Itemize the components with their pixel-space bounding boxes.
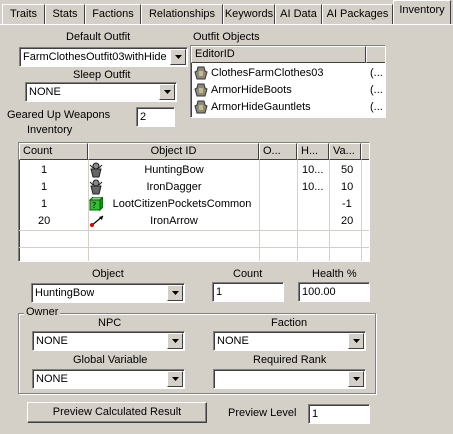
object-dropdown[interactable]: HuntingBow: [31, 283, 185, 303]
inventory-list[interactable]: Count Object ID O... H... Va... 1 Huntin…: [18, 142, 370, 262]
sleep-outfit-value: NONE: [29, 86, 61, 98]
required-rank-dropdown[interactable]: [213, 369, 366, 389]
leveled-list-icon: ?: [88, 196, 105, 213]
armor-icon: [194, 83, 208, 99]
inventory-label: Inventory: [27, 124, 73, 136]
count-label: Count: [233, 268, 263, 280]
column-header-editorid[interactable]: EditorID: [191, 46, 366, 63]
health-field[interactable]: 100.00: [298, 282, 370, 302]
preview-calculated-result-button[interactable]: Preview Calculated Result: [27, 402, 207, 423]
tab-ai-data[interactable]: AI Data: [275, 4, 322, 24]
required-rank-label: Required Rank: [253, 354, 327, 366]
default-outfit-dropdown[interactable]: FarmClothesOutfit03withHide: [19, 47, 188, 67]
tab-keywords[interactable]: Keywords: [223, 4, 275, 24]
sleep-outfit-label: Sleep Outfit: [73, 69, 131, 81]
list-item[interactable]: ArmorHideGauntlets (...: [192, 99, 385, 116]
chevron-down-icon[interactable]: [167, 333, 183, 349]
tab-stats[interactable]: Stats: [45, 4, 85, 24]
table-row[interactable]: 1 ? LootCitizenPocketsCommon -1: [19, 196, 369, 213]
faction-label: Faction: [271, 317, 308, 329]
default-outfit-label: Default Outfit: [66, 31, 131, 43]
column-header-spacer: [361, 143, 369, 160]
tab-ai-packages[interactable]: AI Packages: [322, 4, 393, 24]
tab-strip: Traits Stats Factions Relationships Keyw…: [0, 0, 453, 26]
faction-dropdown[interactable]: NONE: [213, 331, 366, 351]
preview-level-label: Preview Level: [228, 407, 297, 419]
svg-text:?: ?: [92, 201, 96, 210]
chevron-down-icon[interactable]: [159, 84, 175, 100]
object-value: HuntingBow: [35, 287, 95, 299]
table-row[interactable]: 1 IronDagger 10... 10: [19, 179, 369, 196]
npc-label: NPC: [98, 317, 122, 329]
chevron-down-icon[interactable]: [348, 371, 364, 387]
global-variable-value: NONE: [36, 373, 68, 385]
sleep-outfit-dropdown[interactable]: NONE: [25, 82, 177, 102]
column-header-extra[interactable]: [366, 46, 385, 63]
npc-dropdown[interactable]: NONE: [32, 331, 185, 351]
table-row[interactable]: 20 IronArrow 20: [19, 213, 369, 230]
tab-relationships[interactable]: Relationships: [141, 4, 223, 24]
default-outfit-value: FarmClothesOutfit03withHide: [23, 51, 167, 63]
geared-up-weapons-field[interactable]: 2: [136, 107, 175, 127]
owner-label: Owner: [24, 306, 61, 318]
npc-value: NONE: [36, 335, 68, 347]
list-item[interactable]: ClothesFarmClothes03 (...: [192, 65, 385, 82]
armor-icon: [194, 66, 208, 82]
tab-divider: [0, 24, 453, 25]
tab-traits[interactable]: Traits: [2, 4, 45, 24]
health-label: Health %: [312, 268, 357, 280]
column-header-count[interactable]: Count: [19, 143, 88, 160]
column-header-value[interactable]: Va...: [329, 143, 361, 160]
chevron-down-icon[interactable]: [170, 49, 186, 65]
column-header-health[interactable]: H...: [297, 143, 329, 160]
faction-value: NONE: [217, 335, 249, 347]
tab-inventory[interactable]: Inventory: [393, 0, 451, 24]
list-item[interactable]: ArmorHideBoots (...: [192, 82, 385, 99]
outfit-objects-list[interactable]: EditorID ClothesFarmClothes03 (... Armor…: [190, 45, 386, 118]
count-field[interactable]: 1: [212, 282, 284, 302]
global-variable-label: Global Variable: [73, 354, 148, 366]
column-header-owner[interactable]: O...: [259, 143, 297, 160]
global-variable-dropdown[interactable]: NONE: [32, 369, 185, 389]
chevron-down-icon[interactable]: [348, 333, 364, 349]
table-row[interactable]: 1 HuntingBow 10... 50: [19, 162, 369, 179]
object-label: Object: [92, 268, 124, 280]
outfit-objects-label: Outfit Objects: [193, 31, 260, 43]
preview-level-field[interactable]: 1: [308, 404, 370, 424]
tab-factions[interactable]: Factions: [85, 4, 141, 24]
geared-up-weapons-label: Geared Up Weapons: [7, 109, 111, 121]
chevron-down-icon[interactable]: [167, 285, 183, 301]
chevron-down-icon[interactable]: [167, 371, 183, 387]
armor-icon: [194, 100, 208, 116]
column-header-object-id[interactable]: Object ID: [88, 143, 259, 160]
